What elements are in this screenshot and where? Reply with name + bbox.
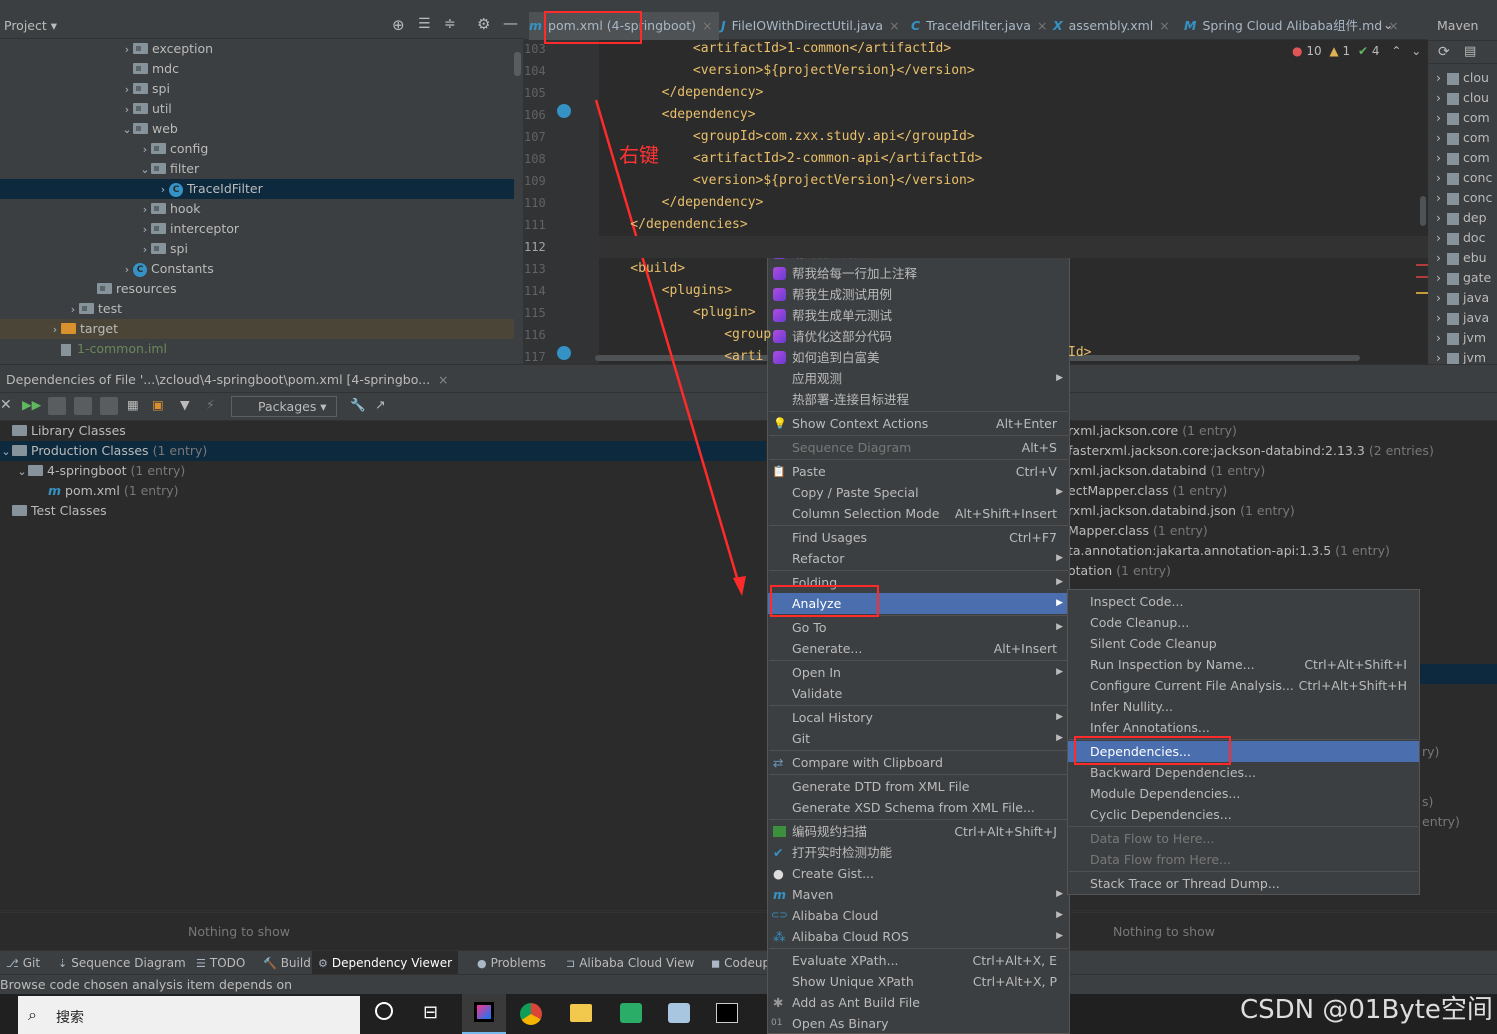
line-number: 103: [524, 42, 546, 56]
line-number: 107: [524, 130, 546, 144]
code-tail: Id>: [1068, 345, 1092, 360]
line-number: 117: [524, 350, 546, 364]
line-number: 112: [524, 240, 546, 254]
annotation-arrowhead: [733, 576, 746, 596]
line-number: 106: [524, 108, 546, 122]
code-line: <artifactId>2-common-api</artifactId>: [599, 151, 983, 166]
dependencies-highlight-box: [1074, 736, 1231, 765]
code-line: <artifactId>1-common</artifactId>: [599, 41, 952, 56]
code-line: <build>: [599, 261, 686, 276]
line-number: 110: [524, 196, 546, 210]
line-number: 104: [524, 64, 546, 78]
line-number: 105: [524, 86, 546, 100]
code-line: <plugins>: [599, 283, 733, 298]
line-number: 115: [524, 306, 546, 320]
code-line: <version>${projectVersion}</version>: [599, 173, 975, 188]
code-line: </dependencies>: [599, 217, 748, 232]
line-number: 111: [524, 218, 546, 232]
code-line: <groupId>com.zxx.study.api</groupId>: [599, 129, 975, 144]
line-number: 113: [524, 262, 546, 276]
gutter-impl-icon[interactable]: [557, 346, 571, 360]
analyze-highlight-box: [770, 585, 879, 617]
line-number: 114: [524, 284, 546, 298]
caret-line-highlight: [599, 236, 1428, 258]
code-line: <arti: [599, 349, 764, 364]
line-number: 108: [524, 152, 546, 166]
code-line: <plugin>: [599, 305, 756, 320]
code-line: <dependency>: [599, 107, 756, 122]
code-line: <version>${projectVersion}</version>: [599, 63, 975, 78]
code-line: <group: [599, 327, 772, 342]
watermark: CSDN @01Byte空间: [1240, 995, 1493, 1025]
line-number: 116: [524, 328, 546, 342]
code-line: </dependency>: [599, 85, 764, 100]
line-number: 109: [524, 174, 546, 188]
gutter-impl-icon[interactable]: [557, 104, 571, 118]
code-line: </dependency>: [599, 195, 764, 210]
